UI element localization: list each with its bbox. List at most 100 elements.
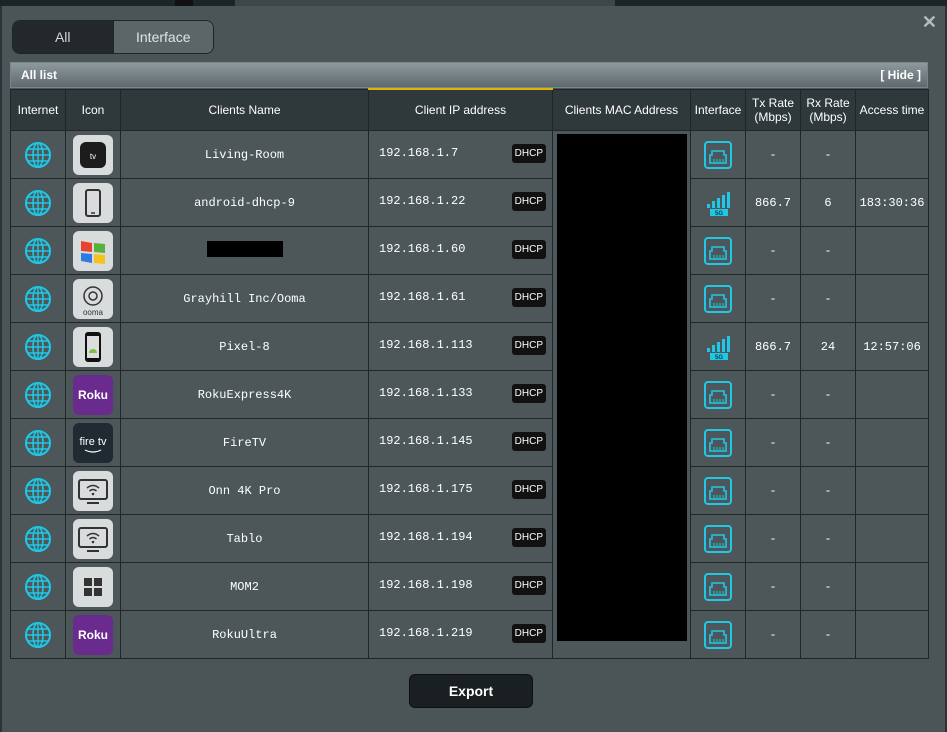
close-icon[interactable]: ✕ [922, 12, 937, 33]
client-ip: 192.168.1.194 [379, 530, 473, 544]
export-button[interactable]: Export [409, 674, 533, 708]
table-row[interactable]: android-dhcp-9 192.168.1.22 DHCP 5G 866.7 6 18… [10, 178, 929, 227]
access-time [855, 514, 929, 563]
client-name[interactable]: Tablo [226, 532, 262, 546]
globe-icon[interactable] [24, 525, 52, 552]
icon-cell[interactable] [65, 562, 121, 611]
icon-cell[interactable] [65, 226, 121, 275]
dhcp-badge: DHCP [511, 384, 546, 403]
icon-cell[interactable]: tv [65, 130, 121, 179]
client-ip-cell: 192.168.1.175 DHCP [368, 466, 553, 515]
client-ip: 192.168.1.198 [379, 578, 473, 592]
internet-cell[interactable] [10, 514, 66, 563]
globe-icon[interactable] [24, 429, 52, 456]
client-name[interactable]: Onn 4K Pro [208, 484, 280, 498]
client-name-cell[interactable]: FireTV [120, 418, 369, 467]
client-ip-cell: 192.168.1.133 DHCP [368, 370, 553, 419]
column-header-client-ip[interactable]: Client IP address [368, 88, 553, 131]
internet-cell[interactable] [10, 274, 66, 323]
tab-all[interactable]: All [13, 21, 113, 53]
tab-interface[interactable]: Interface [112, 21, 213, 53]
icon-cell[interactable] [65, 322, 121, 371]
globe-icon[interactable] [24, 237, 52, 264]
internet-cell[interactable] [10, 562, 66, 611]
table-row[interactable]: fire tv FireTV 192.168.1.145 DHCP - - [10, 418, 929, 467]
internet-cell[interactable] [10, 370, 66, 419]
globe-icon[interactable] [24, 333, 52, 360]
windows-xp-icon [73, 230, 113, 271]
icon-cell[interactable]: fire tv [65, 418, 121, 467]
clients-table: Internet Icon Clients Name Client IP addres… [10, 88, 929, 659]
internet-cell[interactable] [10, 226, 66, 275]
redacted-block [557, 134, 687, 641]
column-header-client-mac[interactable]: Clients MAC Address [552, 88, 691, 131]
view-tabs: All Interface [12, 20, 214, 54]
client-name[interactable]: Living-Room [205, 148, 284, 162]
column-header-client-name[interactable]: Clients Name [120, 88, 369, 131]
column-header-internet[interactable]: Internet [10, 88, 66, 131]
table-row[interactable]: MOM2 192.168.1.198 DHCP - - [10, 562, 929, 611]
client-name-cell[interactable] [120, 226, 369, 275]
client-name-cell[interactable]: Onn 4K Pro [120, 466, 369, 515]
hide-link[interactable]: [ Hide ] [880, 68, 927, 82]
table-row[interactable]: Roku RokuUltra 192.168.1.219 DHCP - - [10, 610, 929, 659]
client-name-cell[interactable]: Living-Room [120, 130, 369, 179]
dhcp-badge: DHCP [511, 480, 546, 499]
globe-icon[interactable] [24, 621, 52, 648]
table-row[interactable]: Tablo 192.168.1.194 DHCP - - [10, 514, 929, 563]
ethernet-icon [704, 428, 732, 457]
client-name[interactable]: RokuExpress4K [198, 388, 292, 402]
client-name[interactable]: RokuUltra [212, 628, 277, 642]
icon-cell[interactable] [65, 466, 121, 515]
table-row[interactable]: Roku RokuExpress4K 192.168.1.133 DHCP - - [10, 370, 929, 419]
client-name-cell[interactable]: MOM2 [120, 562, 369, 611]
globe-icon[interactable] [24, 285, 52, 312]
internet-cell[interactable] [10, 466, 66, 515]
column-header-rx-rate[interactable]: Rx Rate (Mbps) [800, 88, 856, 131]
client-ip-cell: 192.168.1.22 DHCP [368, 178, 553, 227]
icon-cell[interactable] [65, 514, 121, 563]
table-row[interactable]: tv Living-Room 192.168.1.7 DHCP - - [10, 130, 929, 659]
client-name-cell[interactable]: RokuExpress4K [120, 370, 369, 419]
table-row[interactable]: Onn 4K Pro 192.168.1.175 DHCP - - [10, 466, 929, 515]
icon-cell[interactable] [65, 178, 121, 227]
column-header-tx-rate[interactable]: Tx Rate (Mbps) [745, 88, 801, 131]
globe-icon[interactable] [24, 381, 52, 408]
ethernet-icon [704, 524, 732, 553]
client-name-cell[interactable]: Tablo [120, 514, 369, 563]
client-name[interactable]: android-dhcp-9 [194, 196, 295, 210]
icon-cell[interactable]: ooma [65, 274, 121, 323]
table-row[interactable]: Pixel-8 192.168.1.113 DHCP 5G 866.7 24 12:57:0… [10, 322, 929, 371]
column-header-interface[interactable]: Interface [690, 88, 746, 131]
icon-cell[interactable]: Roku [65, 610, 121, 659]
client-name-cell[interactable]: Pixel-8 [120, 322, 369, 371]
tx-rate: - [745, 274, 801, 323]
client-ip: 192.168.1.145 [379, 434, 473, 448]
column-header-icon[interactable]: Icon [65, 88, 121, 131]
internet-cell[interactable] [10, 418, 66, 467]
client-name[interactable]: FireTV [223, 436, 266, 450]
list-title: All list [21, 68, 58, 82]
client-name-cell[interactable]: RokuUltra [120, 610, 369, 659]
client-name-cell[interactable]: Grayhill Inc/Ooma [120, 274, 369, 323]
access-time [855, 466, 929, 515]
client-name-cell[interactable]: android-dhcp-9 [120, 178, 369, 227]
table-row[interactable]: ooma Grayhill Inc/Ooma 192.168.1.61 DHCP - - [10, 274, 929, 323]
client-name[interactable]: Pixel-8 [219, 340, 269, 354]
globe-icon[interactable] [24, 477, 52, 504]
internet-cell[interactable] [10, 130, 66, 179]
table-row[interactable]: 192.168.1.60 DHCP - - [10, 226, 929, 275]
icon-cell[interactable]: Roku [65, 370, 121, 419]
client-name[interactable]: MOM2 [230, 580, 259, 594]
ethernet-icon [704, 236, 732, 265]
globe-icon[interactable] [24, 573, 52, 600]
internet-cell[interactable] [10, 178, 66, 227]
client-name[interactable]: Grayhill Inc/Ooma [183, 292, 305, 306]
column-header-access-time[interactable]: Access time [855, 88, 929, 131]
dhcp-badge: DHCP [511, 288, 546, 307]
globe-icon[interactable] [24, 189, 52, 216]
globe-icon[interactable] [24, 141, 52, 168]
client-ip-cell: 192.168.1.61 DHCP [368, 274, 553, 323]
internet-cell[interactable] [10, 322, 66, 371]
internet-cell[interactable] [10, 610, 66, 659]
